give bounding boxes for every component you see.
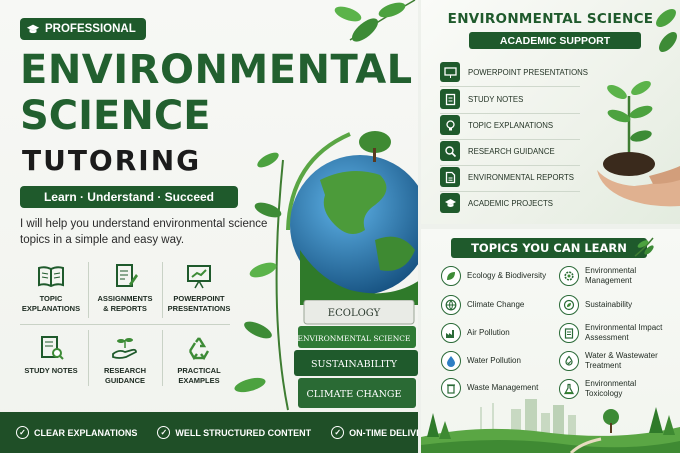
topic-label: Environmental Management xyxy=(585,266,637,285)
topics-panel: TOPICS YOU CAN LEARN Ecology & Biodivers… xyxy=(421,229,680,453)
book-spine-label: ECOLOGY xyxy=(328,308,381,319)
books-stack: ECOLOGY ENVIRONMENTAL SCIENCE SUSTAINABI… xyxy=(294,300,418,408)
check-circle-icon: ✓ xyxy=(157,426,171,439)
services-grid: TOPIC EXPLANATIONS ASSIGNMENTS & REPORTS… xyxy=(14,258,234,398)
book-spine-label: CLIMATE CHANGE xyxy=(307,389,402,400)
support-item-study-notes: STUDY NOTES xyxy=(440,89,523,109)
clipboard-icon xyxy=(564,328,574,339)
support-item-label: ACADEMIC PROJECTS xyxy=(468,198,553,208)
title-line-3: TUTORING xyxy=(22,144,202,177)
recycle-leaf-icon xyxy=(563,299,575,311)
topic-environmental-management: Environmental Management xyxy=(559,266,636,286)
professional-badge: PROFESSIONAL xyxy=(20,18,146,40)
service-label: TOPIC EXPLANATIONS xyxy=(21,294,81,313)
topics-title: TOPICS YOU CAN LEARN xyxy=(451,238,647,258)
service-study-notes: STUDY NOTES xyxy=(14,330,88,396)
topic-water-wastewater: Water & Wastewater Treatment xyxy=(559,351,658,371)
plant-decoration xyxy=(234,152,289,411)
presentation-icon xyxy=(443,66,457,78)
service-label: PRACTICAL EXAMPLES xyxy=(177,366,221,385)
factory-icon xyxy=(446,330,454,338)
feature-clear-explanations: ✓ CLEAR EXPLANATIONS xyxy=(16,426,137,439)
service-assignments-reports: ASSIGNMENTS & REPORTS xyxy=(88,258,162,324)
service-powerpoint-presentations: POWERPOINT PRESENTATIONS xyxy=(162,258,236,324)
topic-label: Environmental Impact Assessment xyxy=(585,323,663,342)
document-pen-icon xyxy=(116,264,138,287)
support-item-environmental-reports: ENVIRONMENTAL REPORTS xyxy=(440,167,574,187)
topic-water-pollution: Water Pollution xyxy=(441,351,521,371)
support-item-academic-projects: ACADEMIC PROJECTS xyxy=(440,193,553,213)
globe-icon xyxy=(445,299,457,311)
topic-label: Water Pollution xyxy=(467,356,521,365)
service-label: RESEARCH GUIDANCE xyxy=(103,366,147,385)
topic-impact-assessment: Environmental Impact Assessment xyxy=(559,323,662,343)
topic-label: Ecology & Biodiversity xyxy=(467,271,547,280)
topic-label: Water & Wastewater Treatment xyxy=(585,351,658,370)
title-line-1: ENVIRONMENTAL xyxy=(20,47,413,93)
service-practical-examples: PRACTICAL EXAMPLES xyxy=(162,330,236,396)
topic-sustainability: Sustainability xyxy=(559,295,632,315)
water-drop-icon xyxy=(447,356,455,367)
leaf-branch-icon xyxy=(634,237,654,257)
green-city-landscape xyxy=(421,399,680,453)
presentation-chart-icon xyxy=(187,265,211,289)
service-research-guidance: RESEARCH GUIDANCE xyxy=(88,330,162,396)
topic-label: Sustainability xyxy=(585,300,633,309)
service-label: ASSIGNMENTS & REPORTS xyxy=(97,294,153,313)
features-footer: ✓ CLEAR EXPLANATIONS ✓ WELL STRUCTURED C… xyxy=(0,412,418,453)
notes-magnifier-icon xyxy=(41,336,64,360)
badge-label: PROFESSIONAL xyxy=(45,23,136,35)
support-subtitle: ACADEMIC SUPPORT xyxy=(469,32,641,49)
recycle-icon xyxy=(188,337,210,361)
feature-on-time: ✓ ON-TIME DELIVERY xyxy=(331,426,418,439)
title-line-2: SCIENCE xyxy=(20,93,211,139)
support-item-label: ENVIRONMENTAL REPORTS xyxy=(468,172,574,182)
support-item-research-guidance: RESEARCH GUIDANCE xyxy=(440,141,555,161)
graduation-cap-icon xyxy=(444,198,456,207)
service-label: STUDY NOTES xyxy=(24,366,78,375)
hands-seedling-illustration xyxy=(597,81,680,207)
topic-air-pollution: Air Pollution xyxy=(441,323,510,343)
support-item-label: RESEARCH GUIDANCE xyxy=(468,146,555,156)
check-circle-icon: ✓ xyxy=(16,426,29,439)
check-circle-icon: ✓ xyxy=(331,426,345,439)
report-icon xyxy=(445,171,455,183)
support-item-topic-explanations: TOPIC EXPLANATIONS xyxy=(440,115,553,135)
leaf-decoration xyxy=(656,9,677,52)
open-book-icon xyxy=(38,266,64,288)
leaf-icon xyxy=(447,272,455,280)
magnifier-icon xyxy=(444,145,456,157)
notes-icon xyxy=(445,93,455,105)
book-spine-label: ENVIRONMENTAL SCIENCE xyxy=(298,334,411,343)
lightbulb-icon xyxy=(445,119,455,130)
topic-label: Air Pollution xyxy=(467,328,510,337)
graduation-cap-icon xyxy=(26,24,40,34)
main-promo-panel: PROFESSIONAL ENVIRONMENTAL SCIENCE TUTOR… xyxy=(0,0,418,453)
service-label: POWERPOINT PRESENTATIONS xyxy=(167,294,231,313)
support-item-powerpoint: POWERPOINT PRESENTATIONS xyxy=(440,62,588,82)
feature-label: WELL STRUCTURED CONTENT xyxy=(175,427,312,438)
feature-label: ON-TIME DELIVERY xyxy=(349,427,418,438)
service-topic-explanations: TOPIC EXPLANATIONS xyxy=(14,258,88,324)
feature-label: CLEAR EXPLANATIONS xyxy=(34,427,138,438)
support-title: ENVIRONMENTAL SCIENCE xyxy=(447,11,654,27)
topic-ecology-biodiversity: Ecology & Biodiversity xyxy=(441,266,546,286)
feature-well-structured: ✓ WELL STRUCTURED CONTENT xyxy=(157,426,311,439)
topic-label: Climate Change xyxy=(467,300,525,309)
hand-plant-icon xyxy=(112,338,137,359)
support-item-label: POWERPOINT PRESENTATIONS xyxy=(468,67,588,77)
gear-leaf-icon xyxy=(564,271,574,281)
support-item-label: STUDY NOTES xyxy=(468,94,524,104)
book-spine-label: SUSTAINABILITY xyxy=(311,359,398,370)
tagline-banner: Learn · Understand · Succeed xyxy=(20,186,238,208)
support-item-label: TOPIC EXPLANATIONS xyxy=(468,120,554,130)
topic-climate-change: Climate Change xyxy=(441,295,524,315)
water-treatment-icon xyxy=(565,355,573,366)
academic-support-panel: ENVIRONMENTAL SCIENCE ACADEMIC SUPPORT P… xyxy=(421,0,680,224)
